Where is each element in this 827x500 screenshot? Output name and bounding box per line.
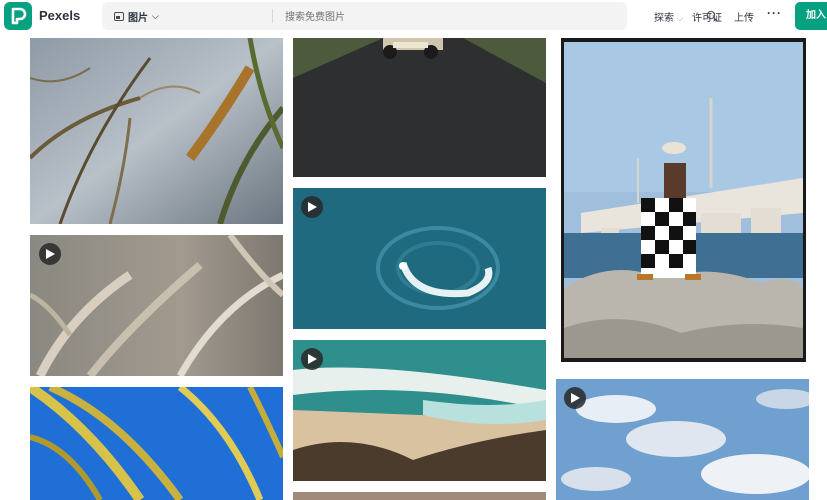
chevron-down-icon: ⌵ xyxy=(152,10,159,21)
top-header: Pexels 图片 ⌵ 探索⌵ 许可证 上传 ··· 加入 xyxy=(0,0,827,32)
search-type-dropdown[interactable]: 图片 ⌵ xyxy=(114,9,159,24)
video-tile-aerial-beach[interactable] xyxy=(293,340,546,481)
photo-tile-palm[interactable] xyxy=(30,387,283,500)
play-icon xyxy=(301,348,323,370)
reed-grass-image xyxy=(30,38,283,224)
man-on-rocks-image xyxy=(564,42,803,358)
video-tile-clouds[interactable] xyxy=(556,379,809,500)
ocean-spiral-image xyxy=(293,188,546,329)
chevron-down-icon: ⌵ xyxy=(677,14,684,23)
palm-image xyxy=(30,387,283,500)
clouds-image xyxy=(556,379,809,500)
join-button[interactable]: 加入 xyxy=(795,2,827,30)
play-icon xyxy=(564,387,586,409)
aerial-beach-image xyxy=(293,340,546,481)
search-input[interactable] xyxy=(283,6,687,28)
play-icon xyxy=(301,196,323,218)
image-icon xyxy=(114,11,124,21)
photo-tile-man-on-rocks[interactable] xyxy=(561,38,806,362)
brand-name[interactable]: Pexels xyxy=(39,8,80,23)
nav-license[interactable]: 许可证 xyxy=(692,9,722,24)
photo-tile-partial[interactable] xyxy=(293,492,546,500)
search-divider xyxy=(272,9,273,23)
search-type-label: 图片 xyxy=(128,12,148,24)
video-tile-wheat[interactable] xyxy=(30,235,283,376)
play-icon xyxy=(39,243,61,265)
search-bar: 图片 ⌵ xyxy=(102,2,718,30)
photo-tile-motorcycle-road[interactable] xyxy=(293,38,546,177)
nav-explore[interactable]: 探索 ⌵ xyxy=(654,9,683,24)
nav-explore-label: 探索 xyxy=(654,13,674,24)
more-menu-button[interactable]: ··· xyxy=(767,6,782,20)
road-image xyxy=(293,38,546,177)
wheat-image xyxy=(30,235,283,376)
photo-tile-reed-grass[interactable] xyxy=(30,38,283,224)
video-tile-ocean-spiral[interactable] xyxy=(293,188,546,329)
pexels-logo-icon[interactable] xyxy=(4,2,32,30)
nav-upload[interactable]: 上传 xyxy=(734,9,754,24)
